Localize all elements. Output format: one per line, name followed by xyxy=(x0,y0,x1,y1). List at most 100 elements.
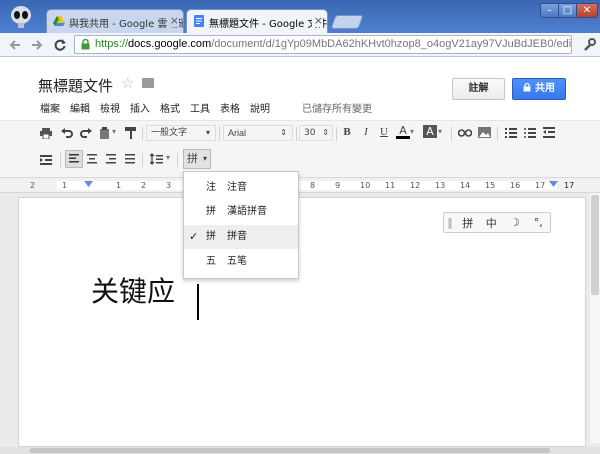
image-icon[interactable] xyxy=(478,127,491,138)
menu-file[interactable]: 檔案 xyxy=(40,100,60,115)
document-canvas: ‖ 拼 中 ☽ °, 关键应 xyxy=(0,193,600,454)
url-domain: docs.google.com xyxy=(128,38,212,50)
chevron-down-icon[interactable]: ▾ xyxy=(112,127,116,136)
menu-tools[interactable]: 工具 xyxy=(190,100,210,115)
ime-punctuation-toggle[interactable]: °, xyxy=(527,216,551,229)
menu-view[interactable]: 檢視 xyxy=(100,100,120,115)
chevron-down-icon[interactable]: ▾ xyxy=(410,127,414,136)
indent-marker-icon[interactable] xyxy=(84,181,93,187)
align-justify-icon[interactable] xyxy=(125,154,135,164)
ime-width-toggle[interactable]: ☽ xyxy=(503,216,527,229)
menu-item-zhuyin[interactable]: 注 注音 xyxy=(184,176,298,200)
chevron-down-icon: ▾ xyxy=(205,128,210,137)
link-icon[interactable] xyxy=(458,129,472,137)
ruler-label: 2 xyxy=(30,181,36,190)
tab-close-icon[interactable]: × xyxy=(167,14,179,27)
ruler-label: 15 xyxy=(485,181,496,190)
toolbar-divider xyxy=(142,127,143,141)
bulleted-list-icon[interactable] xyxy=(524,127,536,138)
drag-handle-icon[interactable]: ‖ xyxy=(444,216,456,229)
alien-logo-icon xyxy=(11,6,31,28)
style-select[interactable]: 一般文字 ▾ xyxy=(146,125,216,141)
menu-item-wubi[interactable]: 五 五笔 xyxy=(184,250,298,274)
right-indent-marker-icon[interactable] xyxy=(549,181,558,187)
align-center-icon[interactable] xyxy=(87,154,97,164)
font-size-value: 30 xyxy=(304,128,316,138)
undo-icon[interactable] xyxy=(61,128,73,138)
font-size-select[interactable]: 30 ⇕ xyxy=(299,125,333,141)
align-left-button[interactable] xyxy=(65,150,83,168)
settings-wrench-button[interactable] xyxy=(580,36,598,54)
tab-close-icon[interactable]: × xyxy=(311,14,323,27)
reload-button[interactable] xyxy=(51,36,69,54)
browser-toolbar: https://docs.google.com/document/d/1gYp0… xyxy=(0,33,600,57)
menu-insert[interactable]: 插入 xyxy=(130,100,150,115)
menu-item-char: 五 xyxy=(206,256,216,267)
menu-format[interactable]: 格式 xyxy=(160,100,180,115)
align-right-icon[interactable] xyxy=(106,154,116,164)
menu-item-char: 拼 xyxy=(206,231,216,242)
menu-table[interactable]: 表格 xyxy=(220,100,240,115)
chevron-down-icon[interactable]: ▾ xyxy=(438,127,442,136)
menu-edit[interactable]: 編輯 xyxy=(70,100,90,115)
address-bar[interactable]: https://docs.google.com/document/d/1gYp0… xyxy=(74,35,572,54)
tab-label: 與我共用 - Google 雲端硬 xyxy=(69,19,184,30)
align-left-icon xyxy=(69,154,79,163)
ruler-label: 11 xyxy=(385,181,396,190)
forward-button[interactable] xyxy=(28,36,46,54)
font-select[interactable]: Arial ⇕ xyxy=(223,125,293,141)
docs-icon xyxy=(194,15,204,27)
numbered-list-icon[interactable] xyxy=(505,127,517,138)
paint-format-icon[interactable] xyxy=(125,127,137,139)
scrollbar-thumb[interactable] xyxy=(30,448,550,453)
bold-button[interactable]: B xyxy=(341,126,353,138)
tab-untitled-document[interactable]: 無標題文件 - Google 文件 × xyxy=(186,9,328,33)
indent-increase-icon[interactable] xyxy=(40,155,52,165)
ime-pinyin-toggle[interactable]: 拼 xyxy=(456,215,480,231)
document-title[interactable]: 無標題文件 xyxy=(38,75,113,96)
minimize-button[interactable]: – xyxy=(540,3,559,18)
maximize-button[interactable]: □ xyxy=(558,3,577,18)
tab-label: 無標題文件 - Google 文件 xyxy=(209,19,328,30)
document-text[interactable]: 关键应 xyxy=(91,270,175,310)
clipboard-icon[interactable] xyxy=(99,127,110,139)
close-window-button[interactable]: ✕ xyxy=(576,3,598,18)
italic-button[interactable]: I xyxy=(360,126,372,138)
star-icon[interactable]: ☆ xyxy=(121,74,134,92)
horizontal-scrollbar[interactable] xyxy=(0,447,600,454)
vertical-scrollbar[interactable] xyxy=(590,193,600,443)
print-icon[interactable] xyxy=(40,128,52,139)
ruler-label: 17 xyxy=(564,181,575,190)
scrollbar-thumb[interactable] xyxy=(591,195,599,295)
document-page[interactable]: ‖ 拼 中 ☽ °, 关键应 xyxy=(18,197,586,447)
input-tools-button[interactable]: 拼 ▾ xyxy=(183,149,211,169)
forward-arrow-icon xyxy=(32,40,43,50)
toolbar-divider xyxy=(296,127,297,141)
wrench-icon xyxy=(584,38,596,51)
menu-item-char: 注 xyxy=(206,182,216,193)
line-spacing-icon[interactable] xyxy=(150,153,163,165)
back-button[interactable] xyxy=(6,36,24,54)
highlight-color-button[interactable]: A xyxy=(423,125,437,138)
menu-item-pinyin[interactable]: ✓ 拼 拼音 xyxy=(184,225,298,249)
style-select-value: 一般文字 xyxy=(151,128,188,138)
menu-item-hanyu-pinyin[interactable]: 拼 漢語拼音 xyxy=(184,200,298,224)
comment-button[interactable]: 註解 xyxy=(452,78,505,100)
save-status: 已儲存所有變更 xyxy=(302,104,372,115)
underline-button[interactable]: U xyxy=(378,126,390,138)
tab-shared-with-me[interactable]: 與我共用 - Google 雲端硬 × xyxy=(46,9,184,33)
folder-icon[interactable] xyxy=(142,78,154,88)
ruler-label: 2 xyxy=(141,181,147,190)
redo-icon[interactable] xyxy=(80,128,92,138)
url-scheme: https:// xyxy=(95,38,129,50)
indent-decrease-icon[interactable] xyxy=(543,127,555,138)
ruler-label: 8 xyxy=(310,181,316,190)
text-color-button[interactable]: A xyxy=(396,125,410,139)
new-tab-button[interactable] xyxy=(330,15,364,29)
ime-chinese-toggle[interactable]: 中 xyxy=(480,215,504,231)
menu-help[interactable]: 說明 xyxy=(250,100,270,115)
docs-app: 無標題文件 ☆ 檔案 編輯 檢視 插入 格式 工具 表格 說明 已儲存所有變更 … xyxy=(0,58,600,454)
toolbar-divider xyxy=(451,127,452,141)
share-button[interactable]: 共用 xyxy=(512,78,566,100)
chevron-down-icon[interactable]: ▾ xyxy=(166,153,170,162)
